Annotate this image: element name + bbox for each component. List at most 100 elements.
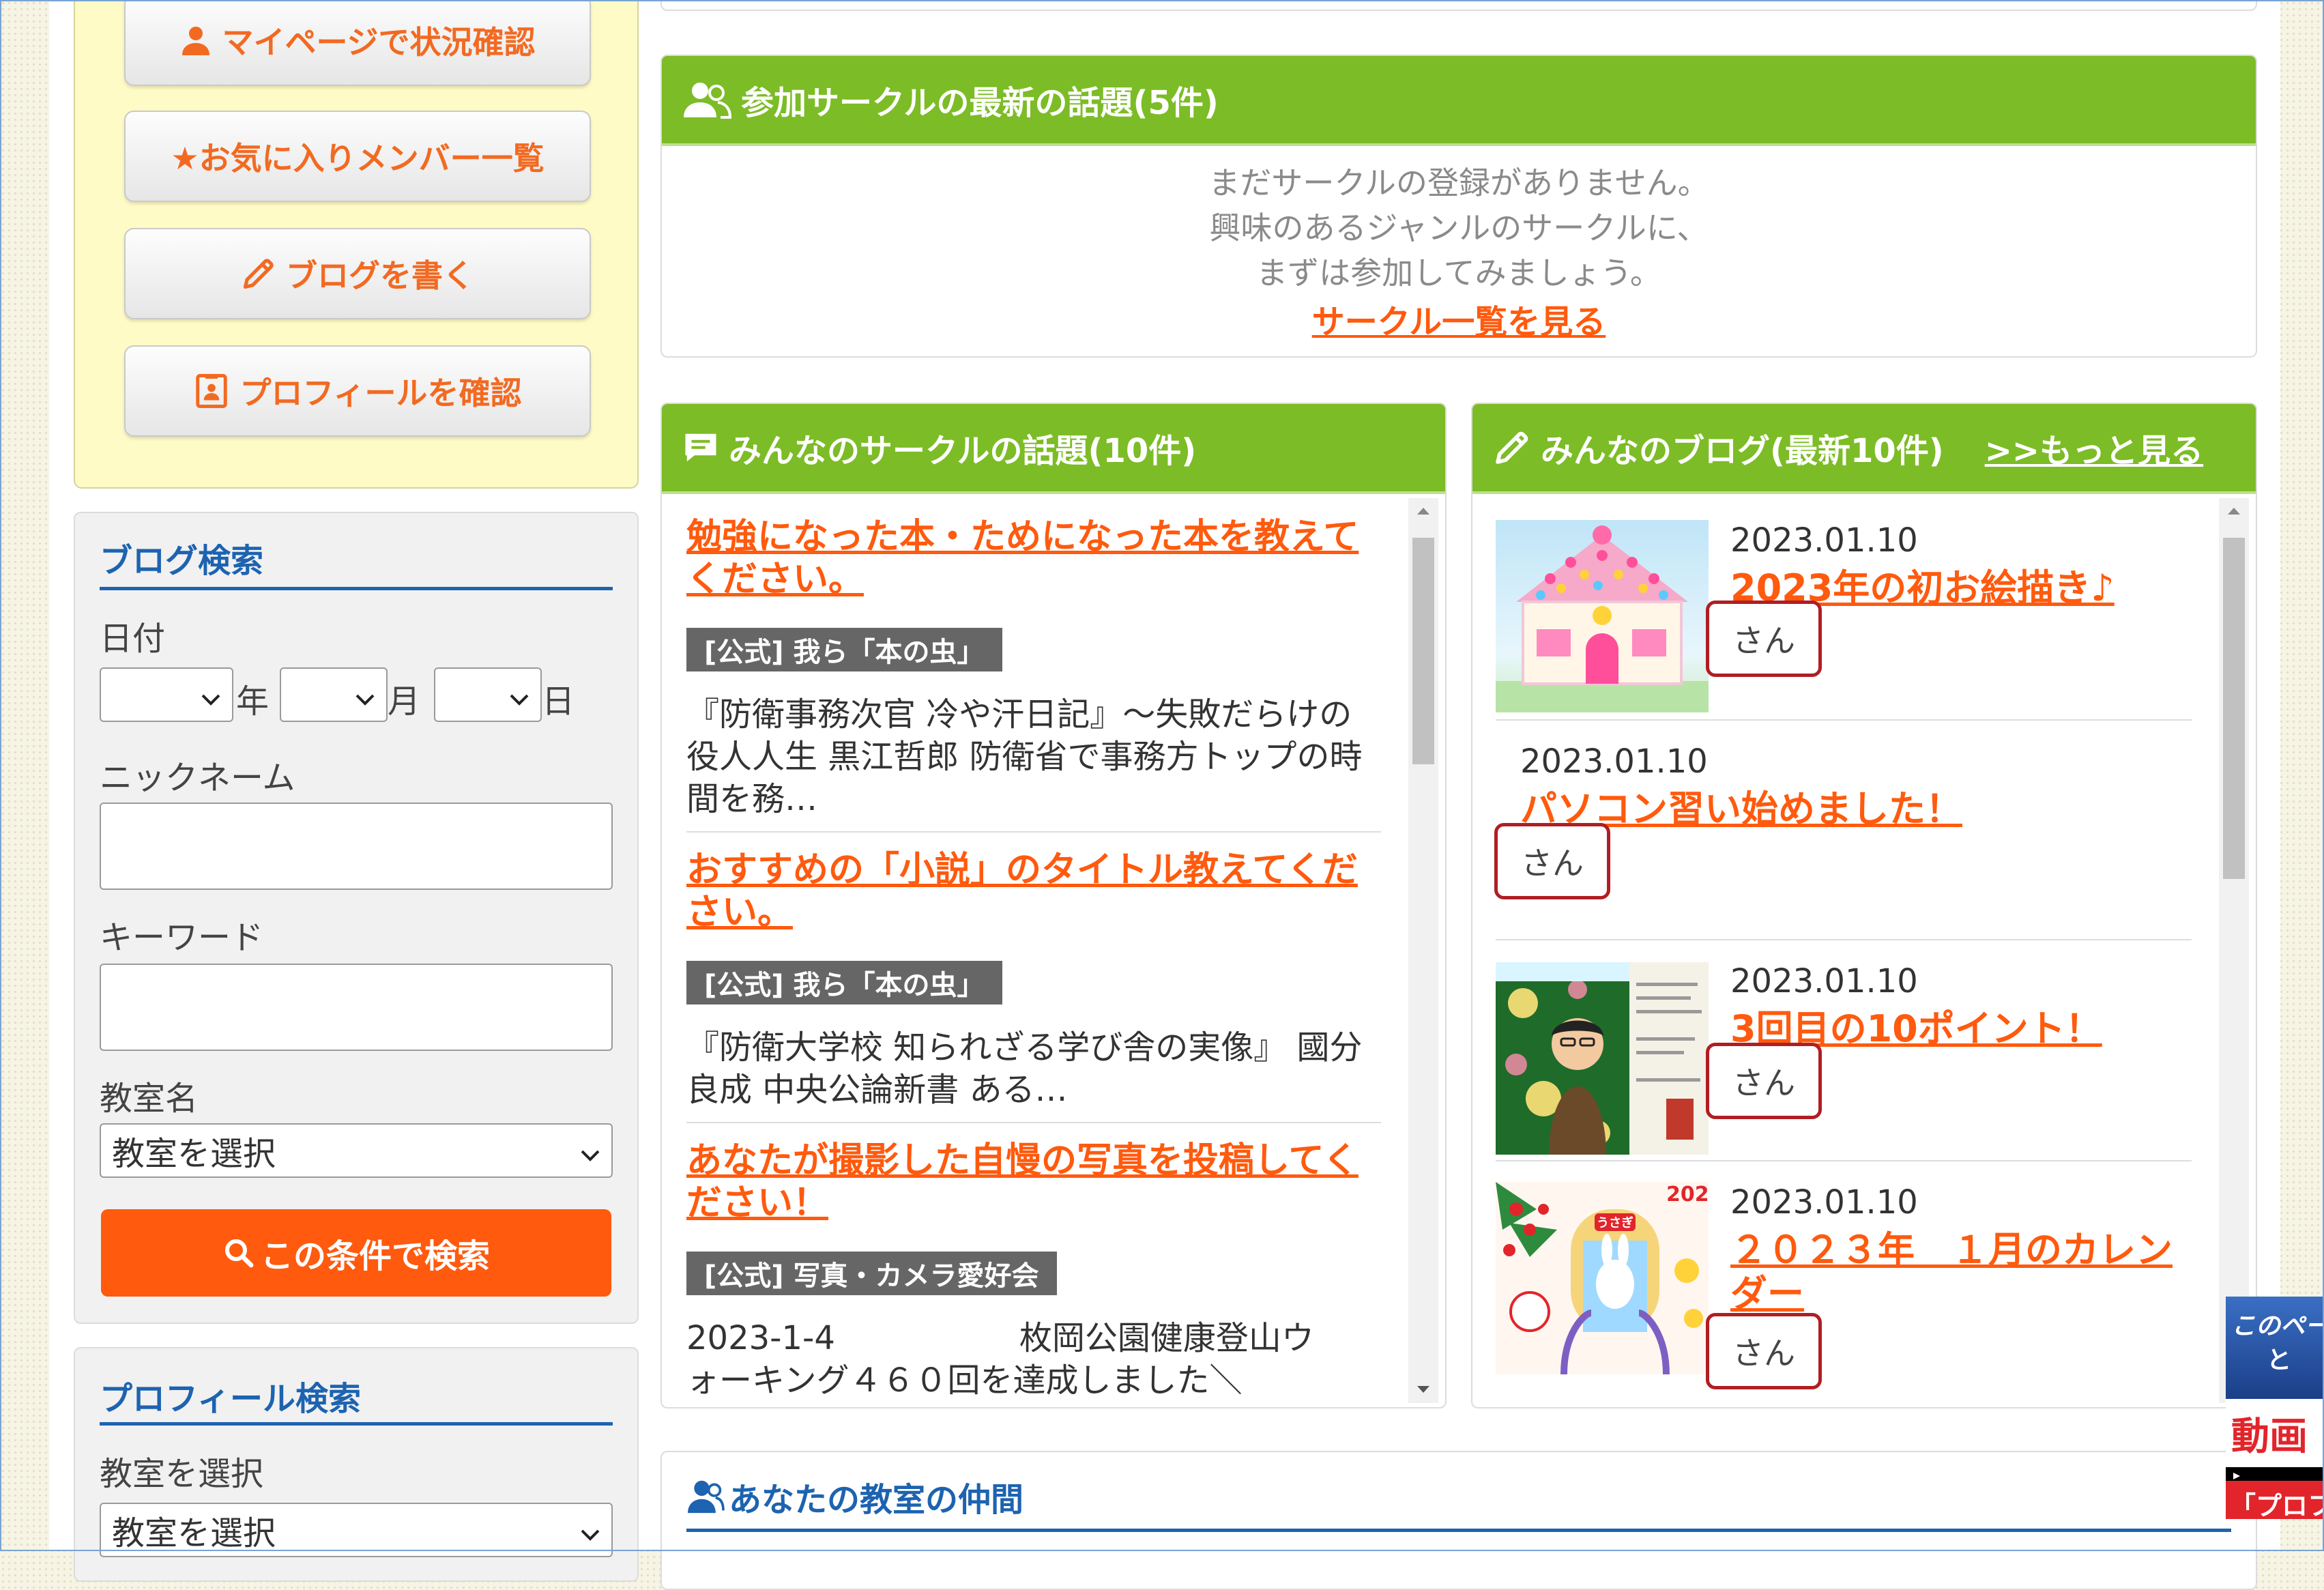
- blog-title-4[interactable]: ２０２３年 １月のカレンダー: [1730, 1228, 2208, 1316]
- scroll-down-arrow[interactable]: [1417, 1383, 1430, 1396]
- blog-author-2[interactable]: さん: [1494, 823, 1610, 899]
- blog-date-3: 2023.01.10: [1730, 962, 1918, 1000]
- topic-divider: [686, 831, 1381, 833]
- month-unit: 月: [388, 682, 421, 721]
- favorite-members-label: ★お気に入りメンバー一覧: [171, 140, 544, 177]
- circle-topic-excerpt-2: 『防衛大学校 知られざる学び舎の実像』 國分良成 中央公論新書 ある…: [686, 1028, 1363, 1109]
- chevron-down-icon: [509, 676, 529, 714]
- favorite-members-button[interactable]: ★お気に入りメンバー一覧: [124, 111, 591, 202]
- circle-topic-link-1[interactable]: 勉強になった本・ためになった本を教えてください。: [686, 517, 1359, 600]
- blog-author-4[interactable]: さん: [1706, 1313, 1822, 1389]
- pencil-icon: [1493, 429, 1531, 467]
- circle-topic-title-2[interactable]: おすすめの「小説」のタイトル教えてください。: [686, 849, 1369, 934]
- circle-topic-link-3[interactable]: あなたが撮影した自慢の写真を投稿してください！: [686, 1140, 1359, 1224]
- profile-classroom-label: 教室を選択: [100, 1455, 264, 1493]
- more-blogs-link[interactable]: >>もっと見る: [1985, 424, 2203, 472]
- circle-topic-badge-3: [公式] 写真・カメラ愛好会: [686, 1252, 1057, 1295]
- chevron-down-icon: [355, 676, 375, 714]
- nickname-input[interactable]: [100, 803, 613, 890]
- circle-topics-header: みんなのサークルの話題(10件): [662, 404, 1445, 494]
- blog-author-1[interactable]: さん: [1706, 601, 1822, 677]
- mypage-status-button[interactable]: マイページで状況確認: [124, 0, 591, 86]
- excerpt-date: 2023-1-4: [686, 1319, 835, 1357]
- search-submit-button[interactable]: この条件で検索: [101, 1209, 611, 1297]
- blog-divider: [1496, 939, 2192, 940]
- blog-divider: [1496, 1160, 2192, 1161]
- profile-classroom-select[interactable]: 教室を選択: [100, 1503, 613, 1557]
- blog-thumbnail-4[interactable]: うさぎ 2023: [1496, 1182, 1709, 1374]
- circle-topic-title-1[interactable]: 勉強になった本・ためになった本を教えてください。: [686, 516, 1369, 601]
- blog-author-3[interactable]: さん: [1706, 1043, 1822, 1119]
- year-select[interactable]: [100, 667, 233, 722]
- circle-topic-title-3[interactable]: あなたが撮影した自慢の写真を投稿してください！: [686, 1140, 1369, 1224]
- year-unit: 年: [236, 682, 270, 721]
- blogs-title: みんなのブログ(最新10件): [1541, 432, 1944, 470]
- blog-date-2: 2023.01.10: [1520, 742, 1708, 781]
- day-unit: 日: [542, 682, 575, 721]
- keyword-label: キーワード: [100, 919, 264, 957]
- circle-topic-excerpt-1: 『防衛事務次官 冷や汗日記』～失敗だらけの役人人生 黒江哲郎 防衛省で事務方トッ…: [686, 695, 1363, 818]
- classmates-card: あなたの教室の仲間: [660, 1451, 2257, 1590]
- person-icon: [179, 24, 212, 57]
- classroom-select[interactable]: 教室を選択: [100, 1123, 613, 1178]
- month-select[interactable]: [280, 667, 388, 722]
- classmates-divider: [686, 1529, 2231, 1532]
- check-profile-button[interactable]: プロフィールを確認: [124, 345, 591, 437]
- thumb-year-badge: 2023: [1666, 1183, 1709, 1206]
- joined-circle-topics-header: 参加サークルの最新の話題(5件): [662, 56, 2256, 146]
- scroll-thumb[interactable]: [2223, 538, 2245, 879]
- write-blog-label: ブログを書く: [286, 257, 474, 294]
- blog-date-4: 2023.01.10: [1730, 1183, 1918, 1222]
- joined-circle-topics-card: 参加サークルの最新の話題(5件) まだサークルの登録がありません。 興味のあるジ…: [660, 55, 2257, 358]
- classroom-select-value: 教室を選択: [112, 1135, 276, 1173]
- ad-player-controls[interactable]: [2226, 1467, 2324, 1481]
- ad-text-1: このペー: [2231, 1312, 2324, 1340]
- circle-list-link-wrap: サークル一覧を見る: [662, 295, 2256, 343]
- chevron-down-icon: [580, 1131, 600, 1170]
- circle-topics-scrollbar[interactable]: [1408, 498, 1438, 1403]
- floating-video-ad[interactable]: このペー と 動画 「プロフ: [2226, 1297, 2324, 1519]
- blog-thumbnail-1[interactable]: [1496, 520, 1709, 712]
- classroom-label: 教室名: [100, 1080, 199, 1118]
- mypage-status-label: マイページで状況確認: [222, 24, 536, 61]
- blogs-scrollbar[interactable]: [2219, 498, 2249, 1403]
- blog-search-divider: [100, 587, 613, 590]
- write-blog-button[interactable]: ブログを書く: [124, 228, 591, 319]
- profile-search-title: プロフィール検索: [100, 1380, 362, 1418]
- circle-topic-link-2[interactable]: おすすめの「小説」のタイトル教えてください。: [686, 850, 1358, 933]
- chevron-down-icon: [201, 676, 221, 714]
- circle-topic-badge-1: [公式] 我ら「本の虫」: [686, 628, 1002, 671]
- ad-text-4: 「プロフ: [2230, 1491, 2324, 1519]
- classmates-heading: あなたの教室の仲間: [686, 1473, 1023, 1520]
- no-circle-message-2: 興味のあるジャンルのサークルに、: [1209, 209, 1709, 246]
- ad-text-3: 動画: [2231, 1415, 2308, 1459]
- no-circle-message-3: まずは参加してみましょう。: [1256, 255, 1661, 291]
- blog-divider: [1496, 719, 2192, 721]
- date-label: 日付: [100, 620, 166, 658]
- chevron-down-icon: [580, 1511, 600, 1549]
- group-icon: [682, 81, 731, 119]
- profile-search-divider: [100, 1422, 613, 1426]
- pencil-icon: [241, 256, 276, 291]
- joined-circle-topics-title: 参加サークルの最新の話題(5件): [741, 84, 1219, 122]
- thumb-rabbit-label: うさぎ: [1597, 1215, 1633, 1230]
- ad-text-2: と: [2267, 1346, 2292, 1374]
- scroll-up-arrow[interactable]: [2227, 505, 2241, 518]
- blog-link-4[interactable]: ２０２３年 １月のカレンダー: [1730, 1228, 2173, 1315]
- nickname-label: ニックネーム: [100, 759, 295, 797]
- scroll-up-arrow[interactable]: [1417, 505, 1430, 518]
- check-profile-label: プロフィールを確認: [239, 375, 522, 411]
- keyword-input[interactable]: [100, 964, 613, 1051]
- circle-topics-title: みんなのサークルの話題(10件): [729, 432, 1197, 470]
- chat-bubble-icon: [682, 429, 719, 466]
- classmates-title: あなたの教室の仲間: [729, 1481, 1024, 1519]
- circle-list-link[interactable]: サークル一覧を見る: [1312, 303, 1606, 341]
- blog-thumbnail-3[interactable]: [1496, 962, 1709, 1155]
- circle-topic-badge-2: [公式] 我ら「本の虫」: [686, 961, 1002, 1004]
- topic-divider: [686, 1122, 1381, 1123]
- scroll-thumb[interactable]: [1412, 538, 1434, 764]
- excerpt-text: 枚岡公園健康登山ウ: [1019, 1319, 1314, 1357]
- blog-search-title: ブログ検索: [100, 542, 264, 580]
- day-select[interactable]: [434, 667, 542, 722]
- profile-classroom-select-value: 教室を選択: [112, 1514, 276, 1552]
